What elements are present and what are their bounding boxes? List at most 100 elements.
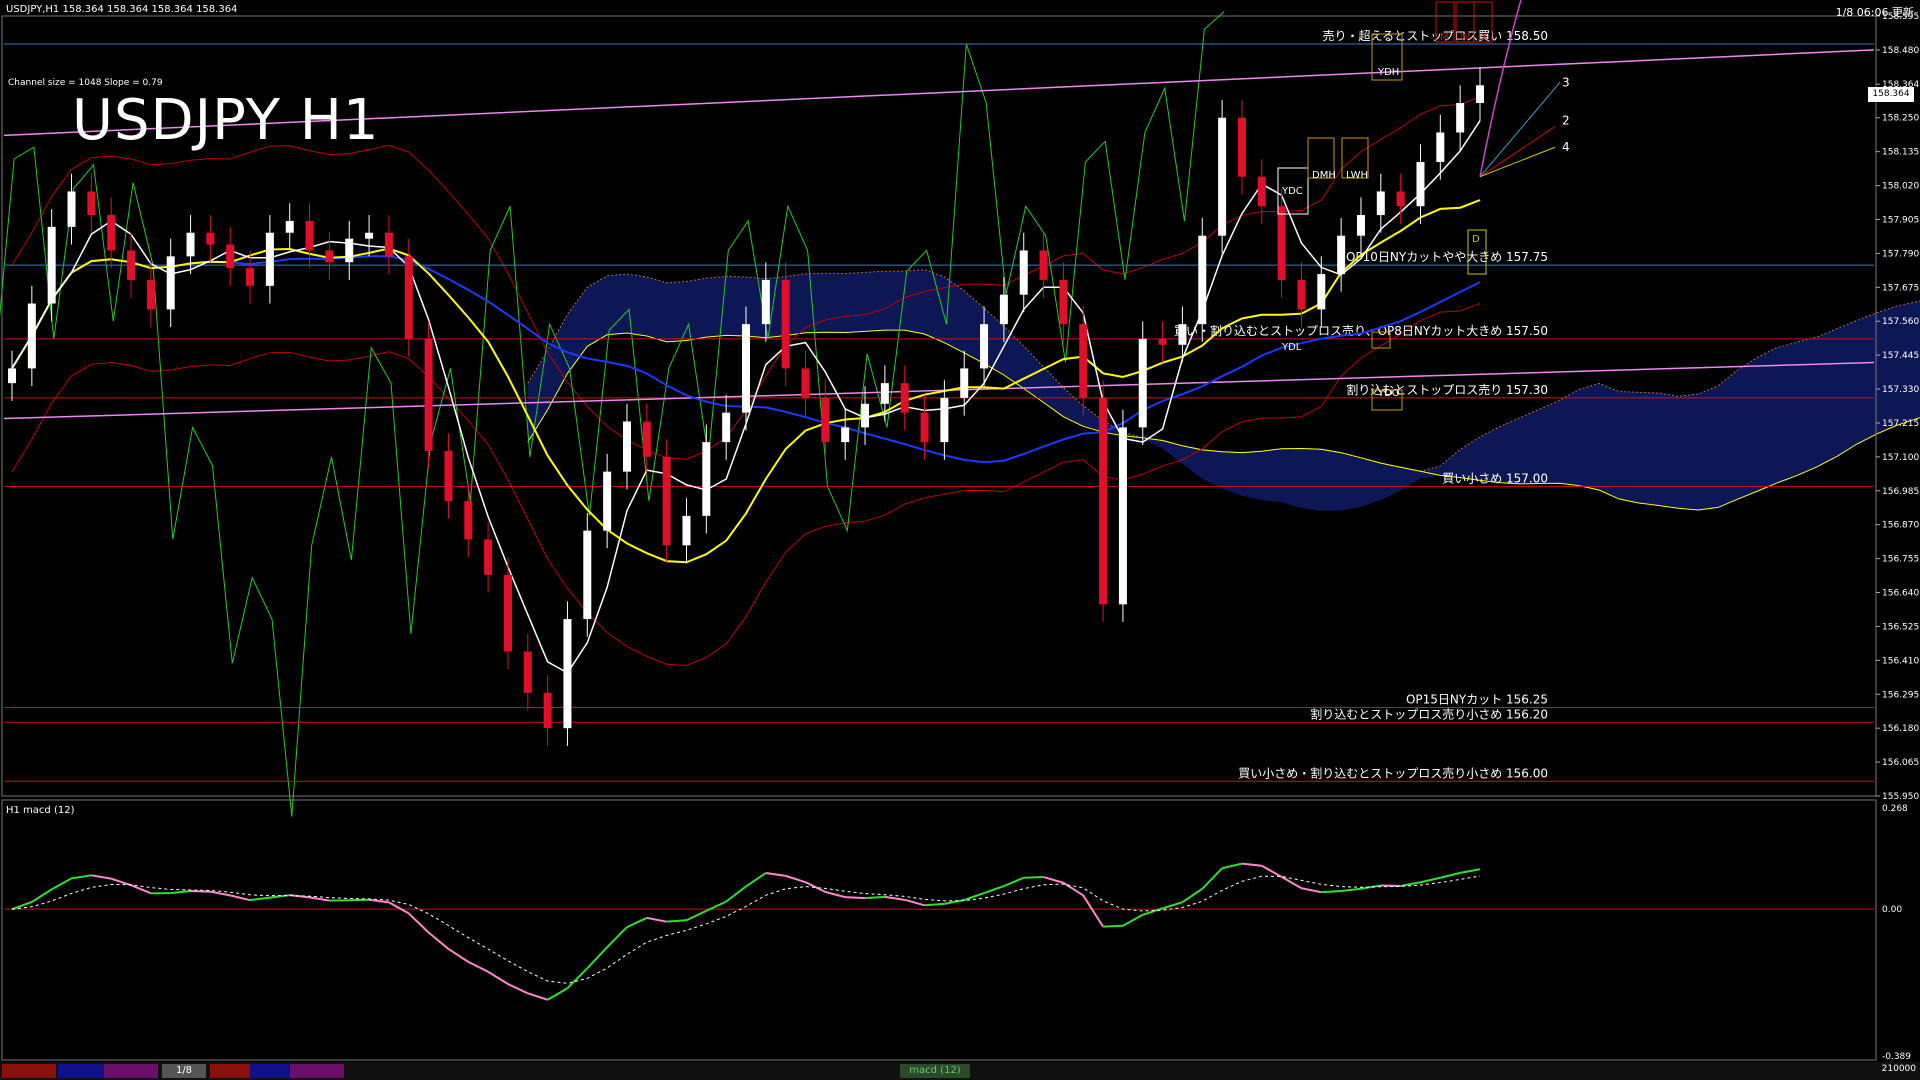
candle-body <box>1436 132 1445 162</box>
candle-body <box>464 501 473 540</box>
bottom-tab-bar: 1/8 macd (12) 210000 <box>0 1062 1920 1080</box>
candle-body <box>246 268 255 286</box>
macd-segment <box>765 872 786 877</box>
macd-segment <box>527 992 548 1001</box>
tab-date[interactable]: 1/8 <box>162 1064 206 1078</box>
tab-macd[interactable]: macd (12) <box>900 1064 970 1078</box>
macd-segment <box>983 885 1005 894</box>
macd-segment <box>1459 868 1481 874</box>
candle-body <box>444 450 453 502</box>
d-box-label: D <box>1472 234 1480 245</box>
macd-segment <box>1162 901 1183 910</box>
macd-tick-label: 0.00 <box>1882 905 1902 915</box>
update-clock: 1/8 06:06 更新 <box>1835 6 1914 19</box>
candle-body <box>166 256 175 310</box>
price-chart[interactable]: 売り・超えるとストップロス買い 158.50 OP10日NYカットやや大きめ 15… <box>0 0 1920 1080</box>
tab-color-3[interactable] <box>104 1064 158 1078</box>
price-tick-label: 156.640 <box>1882 589 1919 599</box>
macd-segment <box>745 872 767 888</box>
macd-segment <box>51 877 72 891</box>
candle-body <box>1376 191 1385 216</box>
macd-segment <box>349 898 370 902</box>
price-tick-label: 157.790 <box>1882 249 1919 259</box>
box-label: DMH <box>1312 170 1336 181</box>
level-label: 買い小さめ・割り込むとストップロス売り小さめ 156.00 <box>1238 765 1548 780</box>
macd-segment <box>1082 894 1104 928</box>
candle-body <box>1138 338 1147 428</box>
candle-body <box>622 421 631 472</box>
candle-body <box>47 226 56 304</box>
candle-body <box>821 397 830 443</box>
macd-segment <box>507 983 529 995</box>
macd-segment <box>1023 876 1044 879</box>
candle-body <box>1019 250 1028 295</box>
tab-color-1[interactable] <box>2 1064 56 1078</box>
candle-body <box>702 442 711 516</box>
macd-segment <box>586 946 608 969</box>
mwd-label: M <box>1440 32 1449 43</box>
macd-segment <box>31 888 53 903</box>
mwd-label: W <box>1460 32 1470 43</box>
candle-body <box>1456 102 1465 133</box>
price-tick-label: 156.870 <box>1882 521 1919 531</box>
macd-segment <box>190 890 211 893</box>
macd-segment <box>408 912 430 934</box>
candle-body <box>603 471 612 531</box>
macd-segment <box>71 874 92 880</box>
candle-body <box>1416 161 1425 207</box>
macd-segment <box>1301 887 1322 894</box>
candle-body <box>999 294 1008 325</box>
box-label: YDO <box>1377 388 1400 399</box>
candle-body <box>345 238 354 263</box>
macd-segment <box>1221 862 1243 870</box>
candle-body <box>1476 85 1484 103</box>
cloud-area <box>527 269 1920 511</box>
macd-segment <box>686 909 707 922</box>
window-symbol-line: USDJPY,H1 158.364 158.364 158.364 158.36… <box>6 4 238 15</box>
candle-body <box>1158 338 1167 345</box>
macd-signal <box>11 875 1481 984</box>
macd-segment <box>427 931 450 950</box>
candle-body <box>1079 324 1088 398</box>
candle-body <box>1277 206 1286 280</box>
candle-body <box>1039 250 1048 280</box>
ichimoku-cloud <box>527 269 1920 511</box>
macd-segment <box>467 960 489 973</box>
candle-body <box>206 232 215 245</box>
price-tick-label: 157.675 <box>1882 283 1919 293</box>
candle-body <box>940 397 949 443</box>
macd-segment <box>11 901 33 911</box>
candle-body <box>980 324 989 369</box>
candle-body <box>107 215 116 251</box>
macd-tick-label: 0.268 <box>1882 804 1908 814</box>
macd-segment <box>566 967 589 989</box>
macd-segment <box>1122 913 1144 927</box>
macd-segment <box>825 891 846 899</box>
candle-body <box>146 279 155 310</box>
macd-segment <box>884 895 905 901</box>
candle-body <box>662 456 671 546</box>
candle-body <box>1178 324 1187 345</box>
macd-segment <box>110 877 132 887</box>
macd-segment <box>785 874 806 884</box>
candle-body <box>1396 191 1405 207</box>
price-tick-label: 158.135 <box>1882 148 1919 158</box>
level-label: OP15日NYカット 156.25 <box>1406 693 1548 707</box>
candle-body <box>1118 427 1127 605</box>
candle-body <box>226 244 235 269</box>
price-tick-label: 156.295 <box>1882 690 1919 700</box>
candle-body <box>761 279 770 325</box>
tab-color-6[interactable] <box>290 1064 344 1078</box>
candle-body <box>305 220 314 251</box>
fan-line-3 <box>1479 82 1561 178</box>
candle-body <box>285 220 294 233</box>
candle-body <box>781 279 790 369</box>
level-label: 割り込むとストップロス売り 157.30 <box>1346 382 1548 397</box>
price-tick-label: 155.950 <box>1882 792 1919 802</box>
macd-tick-label: -0.389 <box>1882 1052 1911 1062</box>
price-tick-label: 157.100 <box>1882 453 1919 463</box>
macd-segment <box>210 890 231 897</box>
candle-body <box>1218 117 1227 236</box>
candle-body <box>900 383 909 413</box>
candle-body <box>404 256 413 339</box>
